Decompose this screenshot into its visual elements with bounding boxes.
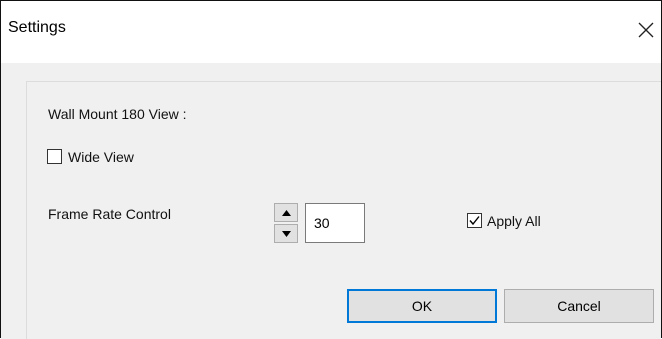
- arrow-up-icon: [282, 210, 291, 216]
- arrow-down-icon: [282, 231, 291, 237]
- ok-button[interactable]: OK: [347, 289, 497, 323]
- window-title: Settings: [8, 19, 66, 36]
- checkmark-icon: [469, 216, 480, 226]
- frame-rate-spinner: [274, 203, 298, 243]
- frame-rate-label: Frame Rate Control: [48, 206, 171, 222]
- wall-mount-section-label: Wall Mount 180 View :: [48, 106, 187, 122]
- apply-all-checkbox[interactable]: [467, 213, 482, 228]
- frame-rate-increase-button[interactable]: [274, 203, 298, 222]
- close-icon: [638, 22, 654, 38]
- wide-view-checkbox[interactable]: [47, 149, 62, 164]
- title-bar: Settings: [1, 1, 661, 62]
- settings-dialog: Settings Wall Mount 180 View : Wide View…: [0, 0, 662, 339]
- cancel-button[interactable]: Cancel: [504, 289, 654, 323]
- wide-view-label[interactable]: Wide View: [68, 149, 134, 165]
- frame-rate-decrease-button[interactable]: [274, 224, 298, 243]
- close-button[interactable]: [633, 9, 661, 49]
- frame-rate-input[interactable]: [305, 203, 365, 243]
- apply-all-label[interactable]: Apply All: [487, 213, 541, 229]
